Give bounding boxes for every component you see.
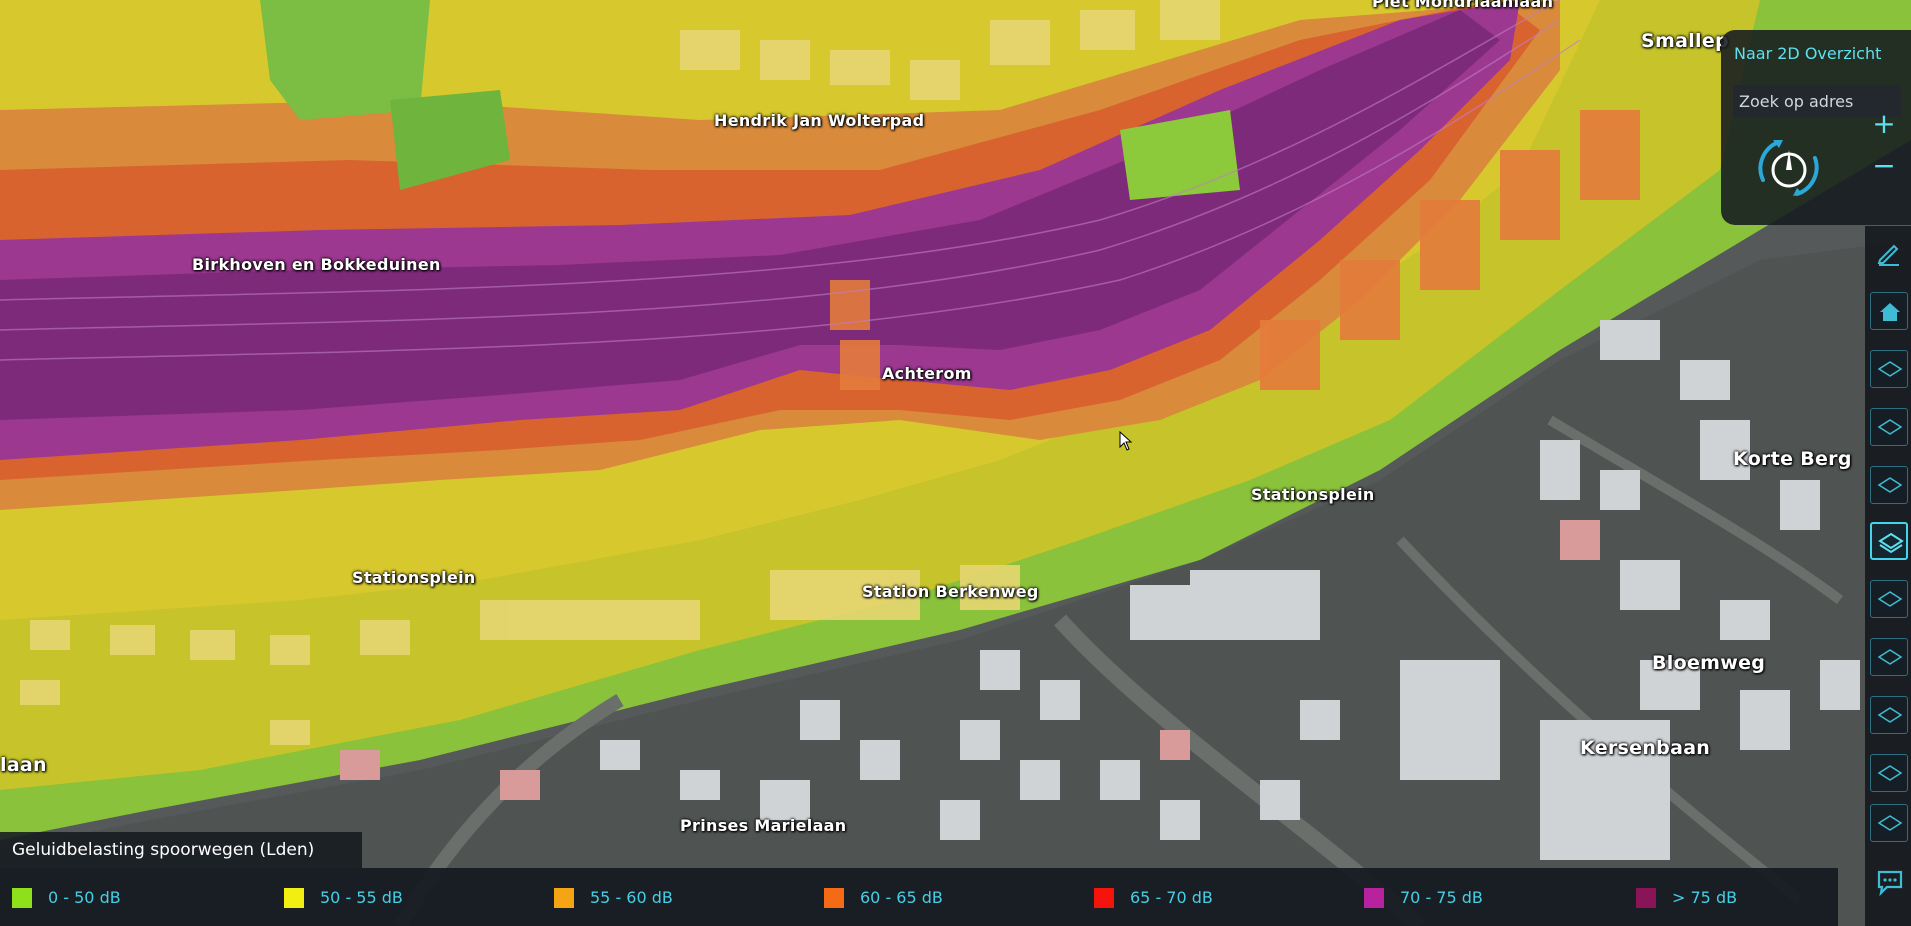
- compass-icon[interactable]: [1749, 128, 1829, 208]
- layer-icon: [1877, 649, 1903, 665]
- street-label: Hendrik Jan Wolterpad: [714, 111, 925, 130]
- layer-button[interactable]: [1870, 804, 1908, 842]
- zoom-out-button[interactable]: −: [1869, 152, 1899, 180]
- legend-title-bar: Geluidbelasting spoorwegen (Lden): [0, 832, 362, 868]
- street-label: Birkhoven en Bokkeduinen: [192, 255, 441, 274]
- street-label: Kersenbaan: [1580, 737, 1711, 759]
- street-label: Piet Mondriaanlaan: [1372, 0, 1554, 11]
- layer-icon: [1878, 532, 1904, 554]
- street-label: Stationsplein: [1251, 485, 1375, 504]
- legend-label: 70 - 75 dB: [1400, 888, 1483, 907]
- layer-icon: [1877, 419, 1903, 435]
- layer-icon: [1877, 765, 1903, 781]
- legend-swatch: [1636, 888, 1656, 908]
- home-icon: [1880, 303, 1900, 321]
- layer-button[interactable]: [1870, 696, 1908, 734]
- street-label: Station Berkenweg: [862, 582, 1039, 601]
- layer-button[interactable]: [1870, 580, 1908, 618]
- legend-swatch: [824, 888, 844, 908]
- chat-button[interactable]: [1870, 862, 1908, 900]
- legend-swatch: [1364, 888, 1384, 908]
- layer-icon: [1877, 707, 1903, 723]
- legend-label: 0 - 50 dB: [48, 888, 121, 907]
- street-label: Stationsplein: [352, 568, 476, 587]
- legend-label: 65 - 70 dB: [1130, 888, 1213, 907]
- layer-icon: [1877, 361, 1903, 377]
- legend-label: 50 - 55 dB: [320, 888, 403, 907]
- overview-2d-button[interactable]: Naar 2D Overzicht: [1734, 44, 1881, 63]
- noise-legend: Geluidbelasting spoorwegen (Lden) 0 - 50…: [0, 832, 1838, 926]
- legend-swatch: [554, 888, 574, 908]
- navigation-panel: Naar 2D Overzicht + −: [1721, 30, 1911, 225]
- layer-button[interactable]: [1870, 350, 1908, 388]
- mouse-cursor-icon: [1119, 431, 1133, 451]
- legend-swatch: [284, 888, 304, 908]
- home-button[interactable]: [1870, 292, 1908, 330]
- street-label: Bloemweg: [1652, 652, 1766, 674]
- noise-map-graphic: [0, 0, 1911, 926]
- legend-swatch: [12, 888, 32, 908]
- legend-label: > 75 dB: [1672, 888, 1738, 907]
- draw-button[interactable]: [1870, 234, 1908, 272]
- legend-label: 60 - 65 dB: [860, 888, 943, 907]
- street-label: laan: [0, 754, 47, 776]
- legend-title: Geluidbelasting spoorwegen (Lden): [12, 840, 315, 860]
- pencil-icon: [1877, 244, 1899, 266]
- layer-button-active[interactable]: [1870, 522, 1908, 560]
- layer-button[interactable]: [1870, 638, 1908, 676]
- zoom-in-button[interactable]: +: [1869, 110, 1899, 138]
- legend-bar: 0 - 50 dB 50 - 55 dB 55 - 60 dB 60 - 65 …: [0, 868, 1838, 926]
- layer-icon: [1877, 477, 1903, 493]
- legend-label: 55 - 60 dB: [590, 888, 673, 907]
- layer-icon: [1877, 815, 1903, 831]
- layer-button[interactable]: [1870, 466, 1908, 504]
- right-toolbar: [1865, 226, 1911, 926]
- street-label: Korte Berg: [1733, 448, 1852, 470]
- layer-icon: [1877, 591, 1903, 607]
- chat-icon: [1877, 870, 1903, 896]
- legend-swatch: [1094, 888, 1114, 908]
- map-view[interactable]: Piet Mondriaanlaan Smallep Hendrik Jan W…: [0, 0, 1911, 926]
- layer-button[interactable]: [1870, 408, 1908, 446]
- layer-button[interactable]: [1870, 754, 1908, 792]
- street-label: Achterom: [882, 364, 972, 383]
- street-label: Smallep: [1641, 30, 1729, 52]
